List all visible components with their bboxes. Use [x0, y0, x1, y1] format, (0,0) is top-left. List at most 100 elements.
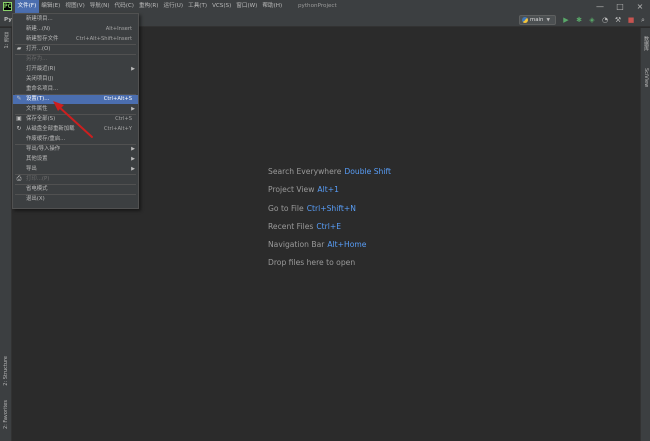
shortcut-label: Ctrl+Alt+S	[103, 95, 132, 102]
file-menu-item[interactable]: 重命名项目...	[13, 85, 138, 94]
file-menu-item-label: 省电模式	[26, 185, 48, 192]
menu-bar: PC 文件(F) 编辑(E) 视图(V) 导航(N) 代码(C) 重构(R) 运行(U) 工具…	[0, 0, 650, 13]
hint-row: Search Everywhere Double Shift	[268, 166, 391, 184]
file-menu-item-label: 新建暂存文件	[26, 35, 59, 42]
menu-item[interactable]: 窗口(W)	[234, 0, 260, 13]
hint-label: Go to File	[268, 203, 304, 213]
menu-item[interactable]: 编辑(E)	[39, 0, 63, 13]
file-menu-item[interactable]: 省电模式	[13, 185, 138, 194]
left-tool-strip: 1: 项目 2: Structure 2: Favorites	[0, 28, 12, 441]
stop-icon[interactable]: ■	[627, 16, 635, 24]
build-icon[interactable]: ⚒	[614, 16, 622, 24]
file-menu-dropdown: 新建项目... 新建...(N) Alt+Insert 新建暂存文件 Ctrl+Alt+…	[12, 13, 139, 209]
reload-icon: ↻	[16, 125, 22, 132]
hint-label: Recent Files	[268, 221, 314, 231]
window-title: pythonProject	[298, 3, 337, 9]
submenu-arrow-icon: ▶	[131, 165, 135, 172]
menu-item[interactable]: 视图(V)	[63, 0, 87, 13]
file-menu-item[interactable]: 作废缓存/重启...	[13, 135, 138, 144]
hint-shortcut: Alt+1	[317, 185, 339, 195]
project-tag[interactable]: Py	[4, 13, 12, 27]
shortcut-label: Alt+Insert	[105, 25, 132, 32]
menu-item[interactable]: 导航(N)	[87, 0, 112, 13]
debug-icon[interactable]: ✱	[575, 16, 583, 24]
file-menu-item[interactable]: 打开最近(R) ▶	[13, 65, 138, 74]
hint-row: Recent Files Ctrl+E	[268, 221, 391, 239]
file-menu-item[interactable]: ⎙ 打印...(P)	[13, 175, 138, 184]
run-config-selector[interactable]: main ▼	[519, 15, 556, 25]
file-menu-item[interactable]: 退出(X)	[13, 195, 138, 204]
hint-label: Navigation Bar	[268, 240, 325, 250]
file-menu-item[interactable]: ✎ 设置(T)... Ctrl+Alt+S	[13, 94, 138, 104]
file-menu-item[interactable]: 新建...(N) Alt+Insert	[13, 25, 138, 34]
file-menu-item[interactable]: 导出 ▶	[13, 165, 138, 174]
file-menu-item-label: 关闭项目(J)	[26, 75, 54, 82]
file-menu-item-label: 新建...(N)	[26, 25, 51, 32]
coverage-icon[interactable]: ◈	[588, 16, 596, 24]
tab-project[interactable]: 1: 项目	[3, 32, 10, 48]
drop-files-text: Drop files here to open	[268, 258, 356, 268]
minimize-button[interactable]: —	[590, 0, 610, 13]
file-menu-item-label: 文件属性	[26, 105, 48, 112]
file-menu-item[interactable]: 导出/导入操作 ▶	[13, 145, 138, 154]
submenu-arrow-icon: ▶	[131, 65, 135, 72]
file-menu-item-label: 打开...(O)	[26, 45, 51, 52]
hint-shortcut: Ctrl+Shift+N	[306, 203, 356, 213]
print-icon: ⎙	[16, 175, 22, 182]
tab-favorites[interactable]: 2: Favorites	[3, 400, 9, 429]
python-icon	[522, 17, 528, 23]
maximize-button[interactable]: □	[610, 0, 630, 13]
tab-sciview[interactable]: SciView	[643, 68, 649, 87]
file-menu-item[interactable]: ↻ 从磁盘全部重新加载 Ctrl+Alt+Y	[13, 125, 138, 134]
hint-label: Project View	[268, 185, 315, 195]
file-menu-item-label: 新建项目...	[26, 15, 53, 22]
menu-item[interactable]: 文件(F)	[15, 0, 39, 13]
file-menu-item[interactable]: 另存为...	[13, 55, 138, 64]
submenu-arrow-icon: ▶	[131, 155, 135, 162]
wrench-icon: ✎	[16, 95, 22, 102]
hint-shortcut: Double Shift	[344, 167, 391, 176]
submenu-arrow-icon: ▶	[131, 105, 135, 112]
save-icon: ▣	[16, 115, 22, 122]
tab-database[interactable]: 数据库	[643, 36, 650, 51]
menu-item[interactable]: 重构(R)	[136, 0, 160, 13]
menu-item[interactable]: VCS(S)	[210, 0, 234, 13]
menu-item[interactable]: 运行(U)	[161, 0, 186, 13]
file-menu-item[interactable]: ▰ 打开...(O)	[13, 45, 138, 54]
file-menu-item[interactable]: 新建暂存文件 Ctrl+Alt+Shift+Insert	[13, 35, 138, 44]
menu-item[interactable]: 帮助(H)	[260, 0, 285, 13]
profile-icon[interactable]: ◔	[601, 16, 609, 24]
menu-item[interactable]: 工具(T)	[186, 0, 210, 13]
file-menu-item-label: 另存为...	[26, 55, 48, 62]
shortcut-label: Ctrl+S	[115, 115, 132, 122]
file-menu-item-label: 重命名项目...	[26, 85, 59, 92]
welcome-hints: Search Everywhere Double Shift Project Vie…	[268, 166, 391, 269]
pycharm-logo-icon: PC	[3, 2, 12, 11]
file-menu-item[interactable]: 其他设置 ▶	[13, 155, 138, 164]
file-menu-item[interactable]: ▣ 保存全部(S) Ctrl+S	[13, 115, 138, 124]
window-controls: — □ ×	[590, 0, 650, 13]
file-menu-item[interactable]: 新建项目...	[13, 15, 138, 24]
file-menu-item-label: 打印...(P)	[26, 175, 50, 182]
hint-row: Project View Alt+1	[268, 184, 391, 202]
file-menu-item[interactable]: 关闭项目(J)	[13, 75, 138, 84]
run-icon[interactable]: ▶	[562, 16, 570, 24]
file-menu-item[interactable]: 文件属性 ▶	[13, 105, 138, 114]
search-icon[interactable]: ⌕	[639, 16, 647, 24]
shortcut-label: Ctrl+Alt+Y	[103, 125, 132, 132]
menu-item[interactable]: 代码(C)	[112, 0, 136, 13]
shortcut-label: Ctrl+Alt+Shift+Insert	[76, 35, 132, 42]
file-menu-item-label: 作废缓存/重启...	[26, 135, 66, 142]
hint-row: Navigation Bar Alt+Home	[268, 239, 391, 257]
close-button[interactable]: ×	[630, 0, 650, 13]
file-menu-item-label: 其他设置	[26, 155, 48, 162]
hint-shortcut: Alt+Home	[327, 240, 367, 250]
file-menu-item-label: 从磁盘全部重新加载	[26, 125, 75, 132]
file-menu-item-label: 导出	[26, 165, 37, 172]
main-menu: 文件(F) 编辑(E) 视图(V) 导航(N) 代码(C) 重构(R) 运行(U) 工具(T)…	[15, 0, 285, 13]
tab-structure[interactable]: 2: Structure	[3, 356, 9, 386]
right-tool-strip: 数据库 SciView	[640, 28, 650, 441]
file-menu-item-label: 设置(T)...	[26, 95, 50, 102]
hint-shortcut: Ctrl+E	[316, 221, 342, 231]
hint-label: Search Everywhere	[268, 167, 342, 176]
